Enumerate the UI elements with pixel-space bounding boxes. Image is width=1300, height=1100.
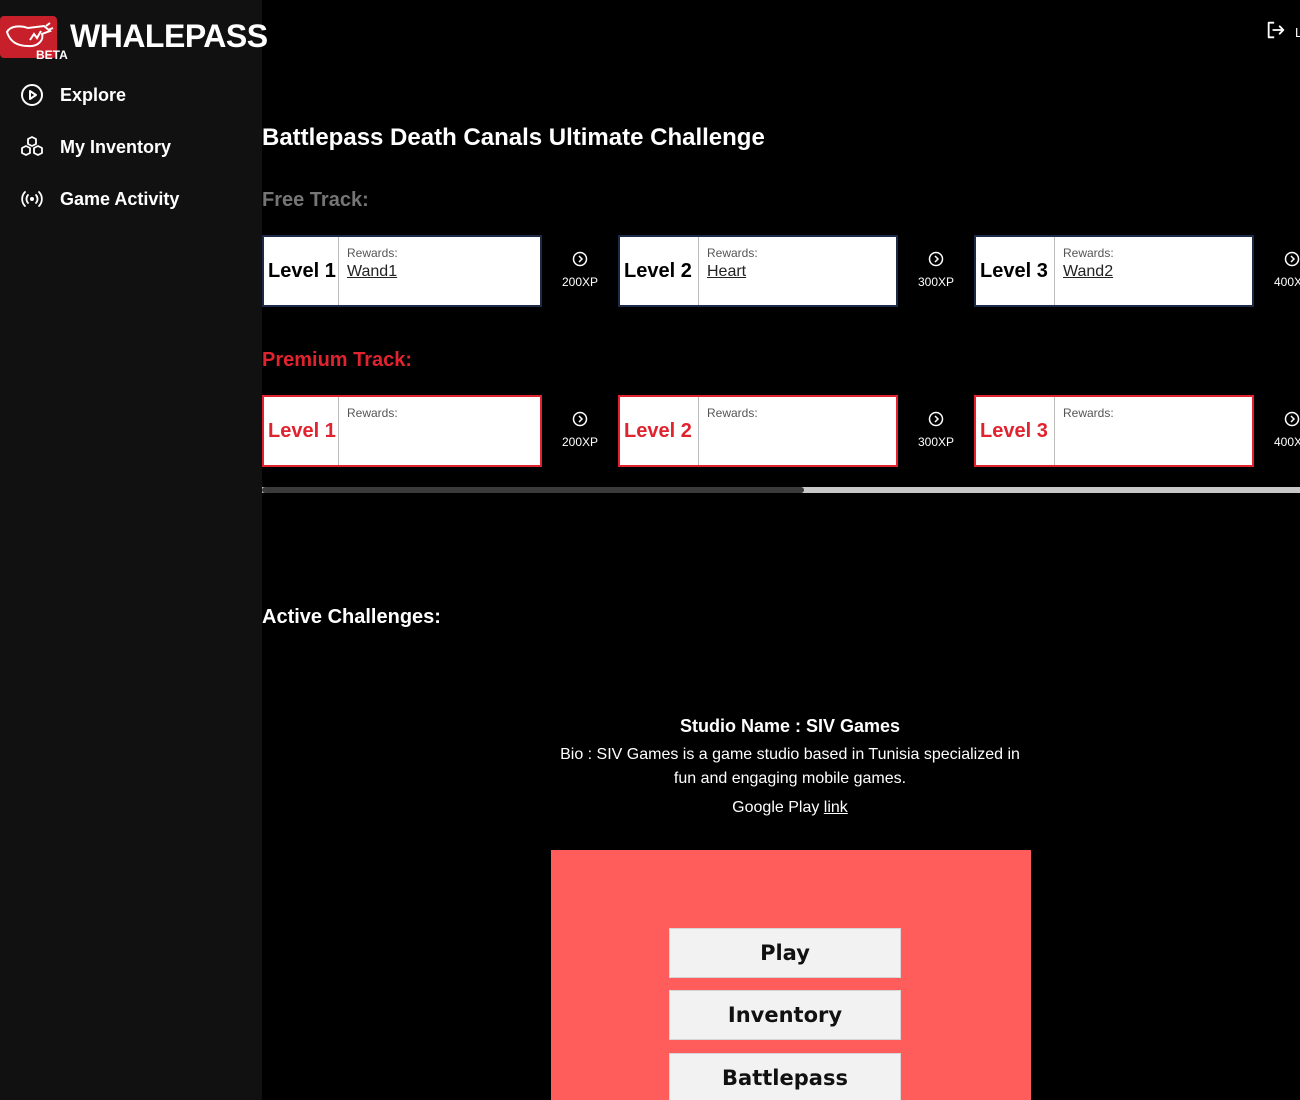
sidebar-item-my-inventory[interactable]: My Inventory (20, 132, 250, 162)
xp-requirement: 300XP (917, 435, 955, 449)
cubes-icon (20, 135, 44, 159)
level-name: Level 1 (264, 397, 339, 465)
sidebar: WHALEPASS BETA Explore My Inventory Game… (0, 0, 268, 1100)
xp-requirement: 400XP (1273, 435, 1300, 449)
logout-button[interactable]: L (1265, 20, 1300, 44)
xp-step: 400XP (1262, 411, 1300, 449)
chevron-right-circle-icon (1262, 411, 1300, 432)
sidebar-item-game-activity[interactable]: Game Activity (20, 184, 250, 214)
chevron-right-circle-icon (550, 251, 610, 272)
level-rewards: Rewards: (699, 397, 758, 465)
broadcast-icon (20, 187, 44, 211)
premium-level-card-1[interactable]: Level 1 Rewards: (262, 395, 542, 467)
level-name: Level 3 (976, 237, 1055, 305)
level-name: Level 3 (976, 397, 1055, 465)
sidebar-item-label: Game Activity (60, 188, 180, 209)
premium-level-card-2[interactable]: Level 2 Rewards: (618, 395, 898, 467)
horizontal-scrollbar[interactable] (262, 487, 1300, 493)
studio-bio: Bio : SIV Games is a game studio based i… (560, 746, 1020, 787)
beta-badge: BETA (36, 48, 68, 62)
battlepass-button[interactable]: Battlepass (669, 1053, 901, 1100)
brand-logo[interactable]: WHALEPASS BETA (0, 14, 268, 62)
sidebar-item-label: My Inventory (60, 136, 172, 157)
xp-step: 200XP (550, 251, 610, 289)
play-circle-icon (20, 83, 44, 107)
level-rewards: Rewards: Wand1 (339, 237, 398, 305)
free-level-card-1[interactable]: Level 1 Rewards: Wand1 (262, 235, 542, 307)
studio-name: Studio Name : SIV Games (679, 716, 901, 736)
store-label: Google Play (732, 799, 820, 816)
free-level-card-3[interactable]: Level 3 Rewards: Wand2 (974, 235, 1254, 307)
google-play-link[interactable]: link (824, 799, 848, 816)
play-button[interactable]: Play (669, 928, 901, 978)
xp-step: 200XP (550, 411, 610, 449)
rewards-label: Rewards: (707, 406, 758, 420)
xp-requirement: 300XP (917, 275, 955, 289)
xp-requirement: 200XP (561, 435, 599, 449)
rewards-label: Rewards: (1063, 406, 1114, 420)
rewards-label: Rewards: (347, 246, 398, 260)
chevron-right-circle-icon (550, 411, 610, 432)
active-challenges-title: Active Challenges: (262, 606, 441, 628)
reward-link[interactable]: Heart (707, 263, 758, 281)
chevron-right-circle-icon (906, 411, 966, 432)
logout-icon (1265, 20, 1287, 44)
rewards-label: Rewards: (707, 246, 758, 260)
game-embed[interactable]: Play Inventory Battlepass (551, 850, 1031, 1100)
premium-track-label: Premium Track: (262, 349, 413, 371)
xp-step: 300XP (906, 411, 966, 449)
page-title: Battlepass Death Canals Ultimate Challen… (262, 124, 765, 151)
chevron-right-circle-icon (1262, 251, 1300, 272)
brand-name: WHALEPASS (70, 18, 268, 54)
studio-info: Studio Name : SIV Games Bio : SIV Games … (560, 716, 1020, 817)
xp-step: 300XP (906, 251, 966, 289)
scrollbar-thumb[interactable] (262, 487, 804, 493)
level-rewards: Rewards: Heart (699, 237, 758, 305)
premium-level-card-3[interactable]: Level 3 Rewards: (974, 395, 1254, 467)
free-level-card-2[interactable]: Level 2 Rewards: Heart (618, 235, 898, 307)
rewards-label: Rewards: (347, 406, 398, 420)
chevron-right-circle-icon (906, 251, 966, 272)
sidebar-item-explore[interactable]: Explore (20, 80, 250, 110)
xp-requirement: 200XP (561, 275, 599, 289)
level-name: Level 1 (264, 237, 339, 305)
free-track-row: Level 1 Rewards: Wand1 200XP Level 2 Rew… (262, 235, 1300, 307)
logout-label: L (1295, 24, 1300, 40)
reward-link[interactable]: Wand1 (347, 263, 398, 281)
level-rewards: Rewards: Wand2 (1055, 237, 1114, 305)
free-track-label: Free Track: (262, 189, 369, 211)
xp-step: 400XP (1262, 251, 1300, 289)
level-rewards: Rewards: (1055, 397, 1114, 465)
level-name: Level 2 (620, 397, 699, 465)
reward-link[interactable]: Wand2 (1063, 263, 1114, 281)
level-rewards: Rewards: (339, 397, 398, 465)
xp-requirement: 400XP (1273, 275, 1300, 289)
premium-track-row: Level 1 Rewards: 200XP Level 2 Rewards: … (262, 395, 1300, 467)
level-name: Level 2 (620, 237, 699, 305)
sidebar-item-label: Explore (60, 84, 127, 105)
store-link-row: Google Play link (560, 799, 1020, 817)
rewards-label: Rewards: (1063, 246, 1114, 260)
inventory-button[interactable]: Inventory (669, 990, 901, 1040)
